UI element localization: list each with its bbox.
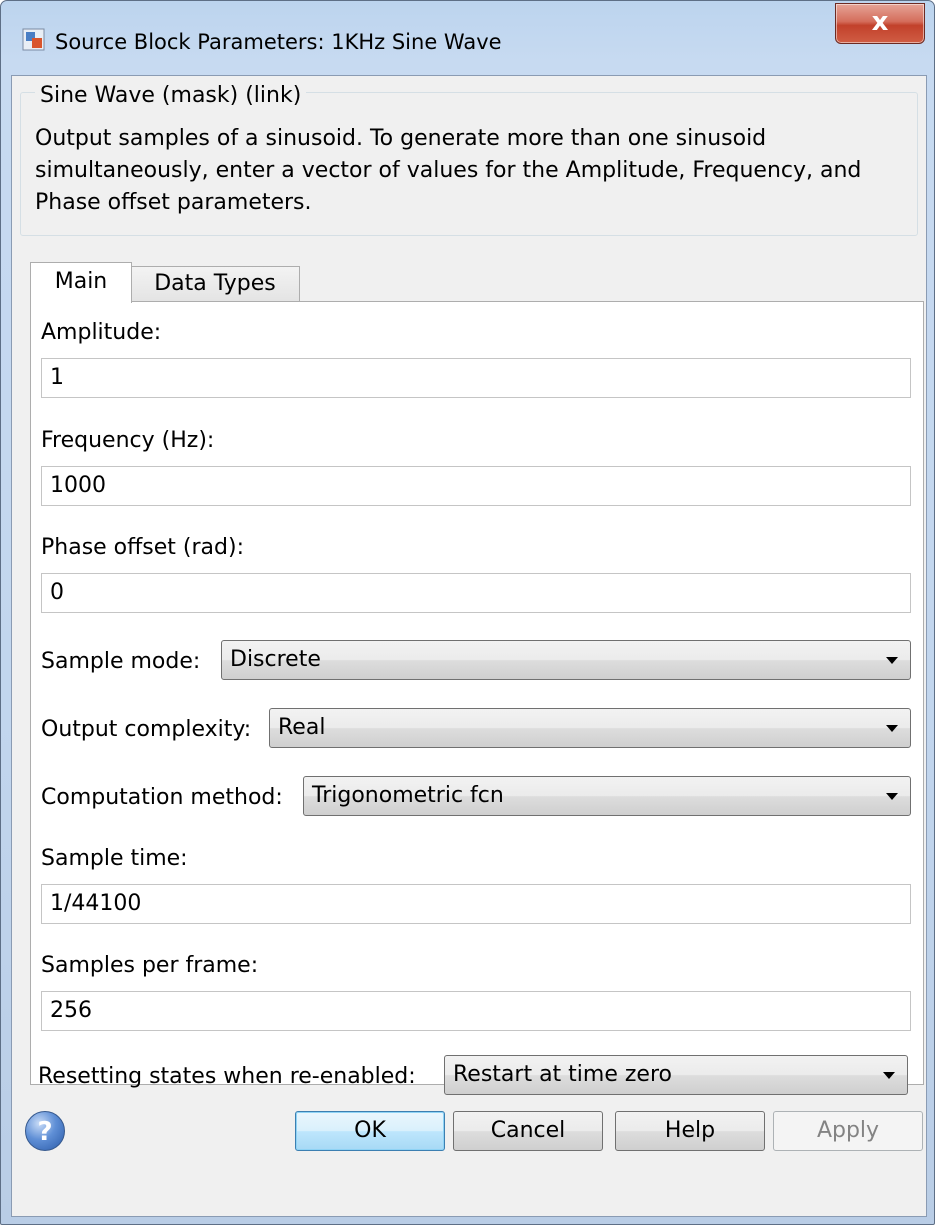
samples-per-frame-label: Samples per frame: xyxy=(41,953,259,978)
help-button[interactable]: Help xyxy=(615,1111,765,1151)
help-icon[interactable]: ? xyxy=(25,1111,65,1151)
sample-time-label: Sample time: xyxy=(41,846,188,871)
frequency-field[interactable]: 1000 xyxy=(41,466,911,506)
phase-offset-label: Phase offset (rad): xyxy=(41,535,244,560)
ok-button[interactable]: OK xyxy=(295,1111,445,1151)
output-complexity-select[interactable]: Real xyxy=(269,708,911,748)
description-group: Sine Wave (mask) (link) Output samples o… xyxy=(20,83,918,236)
close-icon: x xyxy=(871,7,889,37)
apply-button[interactable]: Apply xyxy=(773,1111,923,1151)
resetting-states-label: Resetting states when re-enabled: xyxy=(38,1064,416,1089)
output-complexity-label: Output complexity: xyxy=(41,717,252,742)
resetting-states-value: Restart at time zero xyxy=(453,1062,672,1087)
sample-mode-value: Discrete xyxy=(230,647,321,672)
cancel-button[interactable]: Cancel xyxy=(453,1111,603,1151)
chevron-down-icon xyxy=(883,1072,895,1079)
chevron-down-icon xyxy=(886,793,898,800)
main-tab-panel: Amplitude: 1 Frequency (Hz): 1000 Phase … xyxy=(30,301,924,1085)
chevron-down-icon xyxy=(886,657,898,664)
title-bar[interactable]: Source Block Parameters: 1KHz Sine Wave … xyxy=(1,1,934,75)
sample-mode-select[interactable]: Discrete xyxy=(221,640,911,680)
window-title: Source Block Parameters: 1KHz Sine Wave xyxy=(55,30,502,54)
dialog-window: Source Block Parameters: 1KHz Sine Wave … xyxy=(0,0,935,1225)
tab-data-types[interactable]: Data Types xyxy=(130,266,300,303)
tab-main[interactable]: Main xyxy=(30,262,132,303)
computation-method-select[interactable]: Trigonometric fcn xyxy=(303,776,911,816)
chevron-down-icon xyxy=(886,725,898,732)
sample-mode-label: Sample mode: xyxy=(41,649,201,674)
resetting-states-select[interactable]: Restart at time zero xyxy=(444,1055,908,1095)
description-legend: Sine Wave (mask) (link) xyxy=(35,83,307,108)
amplitude-field[interactable]: 1 xyxy=(41,358,911,398)
dialog-client-area: Sine Wave (mask) (link) Output samples o… xyxy=(11,75,927,1217)
close-button[interactable]: x xyxy=(835,3,925,44)
sample-time-field[interactable]: 1/44100 xyxy=(41,884,911,924)
samples-per-frame-field[interactable]: 256 xyxy=(41,991,911,1031)
description-text: Output samples of a sinusoid. To generat… xyxy=(35,126,862,215)
simulink-block-icon xyxy=(22,28,45,51)
frequency-label: Frequency (Hz): xyxy=(41,428,215,453)
computation-method-label: Computation method: xyxy=(41,785,283,810)
phase-offset-field[interactable]: 0 xyxy=(41,573,911,613)
amplitude-label: Amplitude: xyxy=(41,320,162,345)
computation-method-value: Trigonometric fcn xyxy=(312,783,504,808)
output-complexity-value: Real xyxy=(278,715,326,740)
